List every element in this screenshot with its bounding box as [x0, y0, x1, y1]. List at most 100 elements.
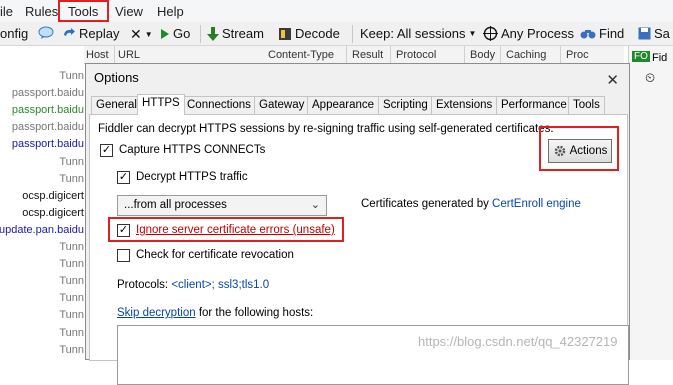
tab-label: Extensions: [436, 99, 493, 111]
tab-general[interactable]: General: [91, 96, 142, 114]
col-process[interactable]: Proc: [566, 49, 589, 61]
session-host[interactable]: passport.baidu: [12, 121, 84, 133]
tab-tools[interactable]: Tools: [568, 96, 605, 114]
tab-gateway[interactable]: Gateway: [254, 96, 310, 114]
stream-label: Stream: [222, 26, 264, 41]
tab-extensions[interactable]: Extensions: [431, 96, 498, 114]
tab-appearance[interactable]: Appearance: [307, 96, 380, 114]
skip-decryption-row: Skip decryption for the following hosts:: [117, 307, 313, 319]
col-protocol[interactable]: Protocol: [396, 49, 436, 61]
session-host[interactable]: Tunn: [59, 292, 84, 304]
chevron-down-icon: ⌄: [310, 199, 320, 211]
close-icon[interactable]: ✕: [606, 71, 619, 89]
go-button[interactable]: Go: [160, 26, 190, 41]
find-button[interactable]: Find: [580, 26, 624, 41]
tab-label: HTTPS: [142, 97, 180, 109]
replay-icon: [64, 27, 75, 36]
session-host[interactable]: Tunn: [59, 344, 84, 356]
watermark: https://blog.csdn.net/qq_42327219: [418, 334, 618, 349]
options-tabs: General HTTPS Connections Gateway Appear…: [89, 94, 629, 115]
find-icon: [580, 29, 596, 38]
winconfig-button[interactable]: onfig: [0, 26, 28, 41]
tab-https[interactable]: HTTPS: [137, 94, 185, 115]
check-revocation-checkbox[interactable]: [117, 249, 130, 262]
session-host[interactable]: update.pan.baidu: [0, 224, 84, 236]
session-host[interactable]: Tunn: [59, 70, 84, 82]
session-host[interactable]: passport.baidu: [12, 104, 84, 116]
comment-button[interactable]: [38, 26, 54, 40]
col-host[interactable]: Host: [86, 49, 109, 61]
tab-label: Scripting: [383, 99, 428, 111]
session-host[interactable]: ocsp.digicert: [22, 190, 84, 202]
col-caching[interactable]: Caching: [506, 49, 546, 61]
certs-generated-prefix: Certificates generated by: [361, 198, 493, 210]
menubar: ile Rules Tools View Help: [0, 0, 673, 22]
session-host[interactable]: passport.baidu: [12, 138, 84, 150]
https-description: Fiddler can decrypt HTTPS sessions by re…: [98, 123, 554, 135]
crosshair-icon: [483, 26, 498, 41]
chevron-down-icon: ▼: [468, 29, 477, 38]
replay-button[interactable]: Replay: [62, 26, 119, 41]
col-body[interactable]: Body: [470, 49, 495, 61]
save-label: Sa: [654, 26, 670, 41]
remove-button[interactable]: ✕ ▼: [130, 26, 153, 43]
actions-highlight: [539, 126, 619, 171]
fiddler-orchestra-icon: FO: [632, 51, 650, 62]
col-url[interactable]: URL: [118, 49, 140, 61]
session-list: Tunn passport.baidu passport.baidu passport…: [0, 64, 84, 360]
find-label: Find: [599, 26, 625, 41]
session-host[interactable]: Tunn: [59, 173, 84, 185]
column-divider: [346, 46, 347, 64]
any-process-label: Any Process: [501, 26, 574, 41]
save-button[interactable]: Sa: [638, 26, 670, 41]
stream-icon: [207, 26, 219, 41]
skip-decryption-link[interactable]: Skip decryption: [117, 307, 196, 319]
col-content-type[interactable]: Content-Type: [268, 49, 334, 61]
process-filter-select[interactable]: ...from all processes ⌄: [117, 195, 327, 216]
column-divider: [464, 46, 465, 64]
tab-scripting[interactable]: Scripting: [378, 96, 433, 114]
stream-button[interactable]: Stream: [207, 26, 264, 41]
any-process-button[interactable]: Any Process: [483, 26, 574, 41]
tab-performance[interactable]: Performance: [496, 96, 572, 114]
tab-label: Performance: [501, 99, 567, 111]
tab-label: General: [96, 99, 137, 111]
skip-decryption-suffix: for the following hosts:: [195, 307, 314, 319]
tab-label: Appearance: [312, 99, 375, 111]
session-grid-header: Host URL Content-Type Result Protocol Bo…: [84, 46, 624, 64]
https-tab-panel: Fiddler can decrypt HTTPS sessions by re…: [89, 114, 629, 385]
tab-label: Gateway: [259, 99, 305, 111]
protocols-label: Protocols:: [117, 279, 172, 291]
save-icon: [638, 27, 651, 40]
menu-rules[interactable]: Rules: [25, 4, 58, 19]
session-host[interactable]: Tunn: [59, 156, 84, 168]
decrypt-https-label: Decrypt HTTPS traffic: [136, 171, 248, 183]
protocols-link[interactable]: <client>; ssl3;tls1.0: [171, 279, 269, 291]
col-result[interactable]: Result: [352, 49, 383, 61]
session-host[interactable]: Tunn: [59, 309, 84, 321]
tab-connections[interactable]: Connections: [182, 96, 256, 114]
session-host[interactable]: Tunn: [59, 275, 84, 287]
inspector-tab-label[interactable]: Fid: [652, 52, 667, 64]
decrypt-https-checkbox[interactable]: ✓: [117, 171, 130, 184]
session-host[interactable]: Tunn: [59, 258, 84, 270]
menu-help[interactable]: Help: [157, 4, 184, 19]
keep-sessions-dropdown[interactable]: Keep: All sessions ▼: [360, 26, 476, 41]
capture-https-checkbox[interactable]: ✓: [100, 144, 113, 157]
menu-file-partial[interactable]: ile: [0, 4, 13, 19]
session-host[interactable]: passport.baidu: [12, 87, 84, 99]
winconfig-label: onfig: [0, 26, 29, 41]
session-host[interactable]: ocsp.digicert: [22, 207, 84, 219]
menu-view[interactable]: View: [115, 4, 143, 19]
go-icon: [161, 28, 169, 39]
process-filter-value: ...from all processes: [124, 199, 227, 211]
decode-button[interactable]: Decode: [278, 26, 340, 41]
session-host[interactable]: Tunn: [59, 241, 84, 253]
certenroll-link[interactable]: CertEnroll engine: [492, 198, 581, 210]
column-divider: [500, 46, 501, 64]
certs-generated-text: Certificates generated by CertEnroll eng…: [361, 198, 581, 210]
keep-label: Keep: All sessions: [360, 26, 466, 41]
decode-icon: [279, 27, 291, 40]
session-host[interactable]: Tunn: [59, 327, 84, 339]
toolbar-separator: [352, 25, 353, 43]
